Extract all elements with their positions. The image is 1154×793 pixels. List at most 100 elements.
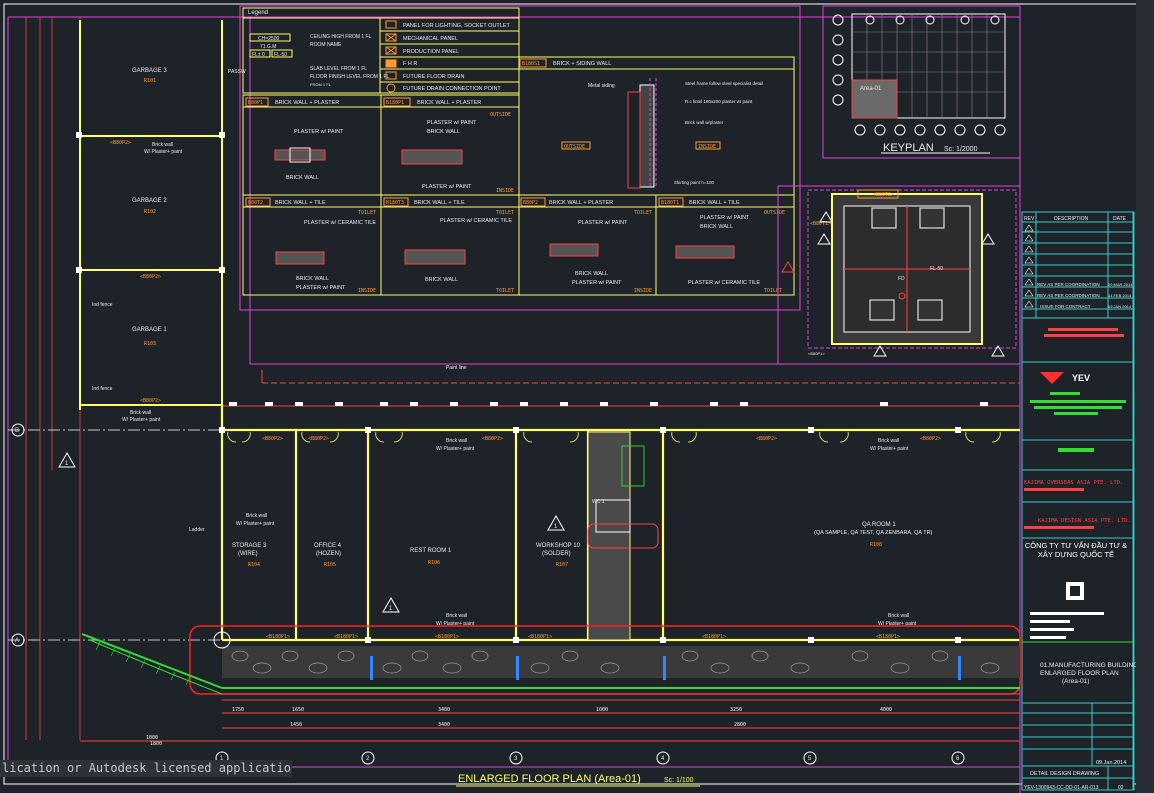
wall-inside: INSIDE bbox=[634, 288, 652, 294]
note-plaster: W/ Plaster+ paint bbox=[144, 149, 183, 155]
svg-text:<B180P1>: <B180P1> bbox=[876, 634, 900, 640]
legend-tag-fl50: FL-50 bbox=[274, 52, 287, 58]
svg-text:TOILET: TOILET bbox=[496, 288, 514, 294]
note-brick: Brick wall bbox=[878, 438, 899, 444]
design-coordinator: KAJIMA DESIGN ASIA PTE. LTD. bbox=[1038, 518, 1131, 524]
wall-note: Steel frame follow steel specialist deta… bbox=[685, 81, 763, 86]
wall-code: B180T3 bbox=[386, 200, 404, 206]
wall-tag: <B180P1> bbox=[334, 634, 358, 640]
legend-tag-rm: 71.G.M bbox=[260, 44, 276, 50]
wall-side: TOILET bbox=[634, 210, 652, 216]
keyplan-title: KEYPLAN bbox=[883, 142, 934, 154]
note-paint-line: Paint line bbox=[446, 365, 467, 371]
wall-note: BRICK WALL bbox=[700, 224, 733, 230]
wall-tag: <B80P2> bbox=[308, 436, 329, 442]
rev-desc: REV AS PER COORDINATION bbox=[1037, 293, 1100, 298]
wall-label: BRICK WALL + TILE bbox=[689, 200, 740, 206]
note-brick: Brick wall bbox=[888, 613, 909, 619]
tb-number: YEV-1300943-CC-DD-01-AR-013 bbox=[1024, 785, 1099, 791]
wall-label: BRICK WALL + TILE bbox=[414, 200, 465, 206]
wall-side: TOILET bbox=[496, 210, 514, 216]
room-sub: (QA SAMPLE, QA TEST, QA ZENBARA, QA TR) bbox=[814, 530, 933, 536]
room-id: R105 bbox=[324, 562, 336, 568]
grid-col: 5 bbox=[808, 756, 812, 762]
wall-note: PLASTER w/ CERAMIC TILE bbox=[688, 280, 760, 286]
legend-tag-ch: CH=2500 bbox=[258, 36, 279, 42]
owner-logo: YEV bbox=[1072, 373, 1090, 383]
legend-symbol: MECHANICAL PANEL bbox=[403, 36, 458, 42]
room-id: R104 bbox=[248, 562, 260, 568]
svg-text:1: 1 bbox=[65, 461, 69, 467]
tb-stage: DETAIL DESIGN DRAWING bbox=[1030, 771, 1099, 777]
grid-axis: B bbox=[15, 428, 19, 434]
svg-text:<B80P2>: <B80P2> bbox=[920, 436, 941, 442]
note-brick: Brick wall bbox=[152, 142, 173, 148]
room-id: R103 bbox=[144, 341, 156, 347]
drawing-title-line: (Area-01) bbox=[1062, 678, 1089, 685]
wall-label: BRICK WALL + PLASTER bbox=[549, 200, 613, 206]
wall-label: BRICK WALL + PLASTER bbox=[275, 100, 339, 106]
legend-item: FLOOR FINISH LEVEL FROM 1 FL bbox=[310, 74, 389, 80]
note-fence: Ind fence bbox=[92, 302, 113, 308]
dim-value: 3400 bbox=[438, 707, 450, 713]
room-id: R102 bbox=[144, 209, 156, 215]
wall-note: Metal siding bbox=[588, 83, 615, 89]
grid-col: 3 bbox=[514, 756, 518, 762]
consultant-name: CÔNG TY TƯ VẤN ĐẦU TƯ & XÂY DỰNG QUỐC TẾ bbox=[1024, 541, 1128, 559]
wall-note: BRICK WALL bbox=[425, 277, 458, 283]
rev-date: 09.JAN.2014 bbox=[1108, 304, 1132, 309]
wall-label: BRICK WALL + PLASTER bbox=[417, 100, 481, 106]
note-brick: Brick wall bbox=[446, 438, 467, 444]
legend-symbol: PANEL FOR LIGHTING, SOCKET OUTLET bbox=[403, 23, 511, 29]
rev-desc: REV AS PER COORDINATION bbox=[1037, 282, 1100, 287]
wall-tag: <B80P2> bbox=[262, 436, 283, 442]
legend-symbol: PRODUCTION PANEL bbox=[403, 49, 459, 55]
rev-date: 29.MAR.2014 bbox=[1108, 282, 1133, 287]
wall-note: BRICK WALL bbox=[427, 129, 460, 135]
legend-symbol: FUTURE DRAIN CONNECTION POINT bbox=[403, 86, 501, 92]
room-name: STORAGE 3 bbox=[232, 543, 267, 549]
room-sub: (WIRE) bbox=[238, 551, 258, 557]
legend-title: Legend bbox=[248, 10, 268, 16]
room-id: R106 bbox=[428, 560, 440, 566]
note-wc: WC 1 bbox=[592, 499, 605, 505]
dim-value: 1450 bbox=[290, 722, 302, 728]
dim-value: 2800 bbox=[734, 722, 746, 728]
wall-tag: <B80P2> bbox=[110, 140, 131, 146]
wall-tag: <B80P1> bbox=[808, 351, 825, 356]
wall-tag: <B80P2> bbox=[482, 436, 503, 442]
note-brick: Brick wall bbox=[446, 613, 467, 619]
room-name: REST ROOM 1 bbox=[410, 548, 452, 554]
tb-revision: 02 bbox=[1118, 785, 1124, 791]
svg-text:<B180P1>: <B180P1> bbox=[702, 634, 726, 640]
svg-text:<B80P2>: <B80P2> bbox=[756, 436, 777, 442]
wall-side: OUTSIDE bbox=[490, 112, 511, 118]
wall-tag: <B80P2> bbox=[140, 398, 161, 404]
drawing-title-line: ENLARGED FLOOR PLAN bbox=[1040, 670, 1119, 677]
dim-value: 3400 bbox=[438, 722, 450, 728]
wall-side: OUTSIDE bbox=[764, 210, 785, 216]
note-plaster: W/ Plaster+ paint bbox=[436, 446, 475, 452]
legend-item: CEILING HIGH FROM 1 FL bbox=[310, 34, 372, 40]
grid-col: 6 bbox=[956, 756, 960, 762]
tb-date: 09.Jan.2014 bbox=[1096, 760, 1126, 766]
wall-code: B180T1 bbox=[661, 200, 679, 206]
wall-tag: <B180P1> bbox=[435, 634, 459, 640]
dim-value: 4000 bbox=[880, 707, 892, 713]
svg-text:FROM 1 FL: FROM 1 FL bbox=[310, 82, 332, 87]
svg-text:FL-50: FL-50 bbox=[930, 266, 943, 272]
svg-text:1: 1 bbox=[554, 524, 558, 530]
wall-note: Skirting paint h=100 bbox=[674, 180, 714, 185]
note-fence: Ind fence bbox=[92, 386, 113, 392]
legend-symbol: FUTURE FLOOR DRAIN bbox=[403, 74, 464, 80]
room-name: GARBAGE 3 bbox=[132, 68, 167, 74]
room-id: R108 bbox=[870, 542, 882, 548]
wall-tag: <B180P1> bbox=[266, 634, 290, 640]
status-message: lication or Autodesk licensed applicatio… bbox=[0, 760, 292, 777]
wall-label: BRICK WALL + TILE bbox=[275, 200, 326, 206]
vertical-scrollbar[interactable] bbox=[1136, 0, 1154, 793]
cad-drawing-canvas[interactable]: Legend CH=2500 71.G.M FL± 0 FL-50 CEILIN… bbox=[0, 0, 1154, 793]
drawing-title-line: 01.MANUFACTURING BUILDING bbox=[1040, 662, 1138, 669]
rev-desc: ISSUE FOR CONTRACT bbox=[1040, 304, 1091, 309]
wall-inside: TOILET bbox=[764, 288, 782, 294]
